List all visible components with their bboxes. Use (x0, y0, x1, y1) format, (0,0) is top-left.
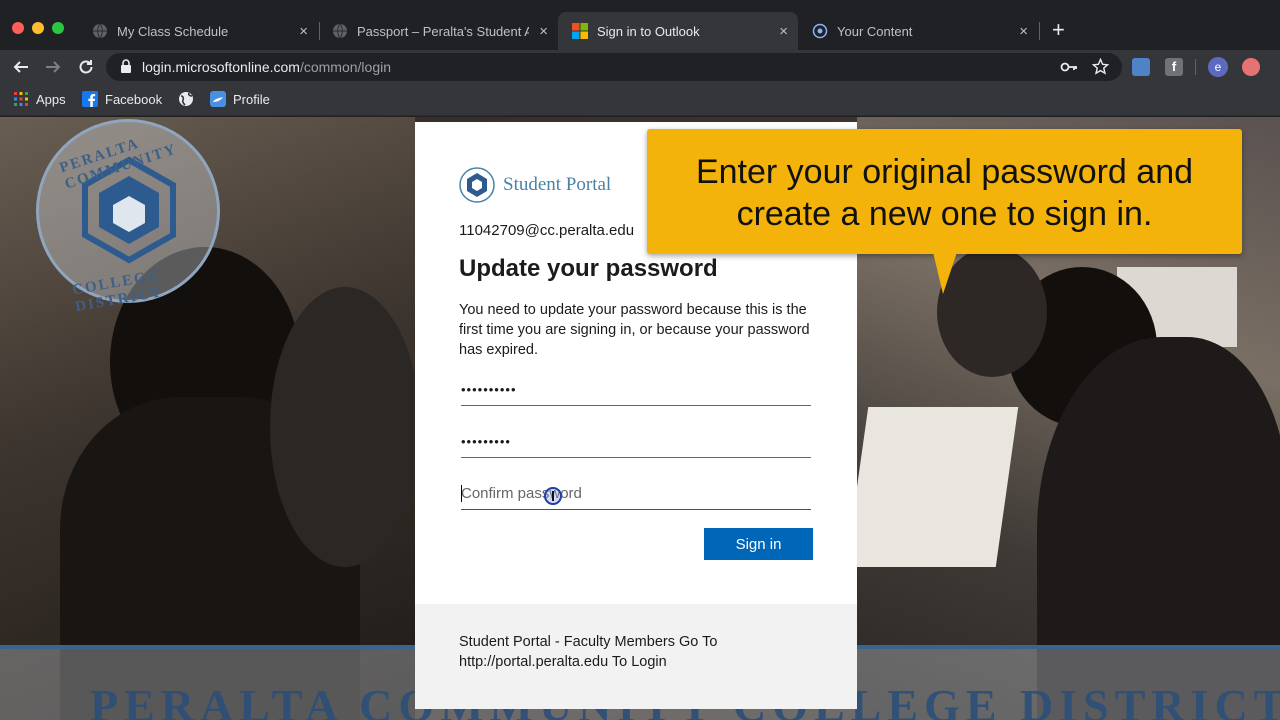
sign-in-button[interactable]: Sign in (704, 528, 813, 560)
globe-icon (93, 23, 107, 39)
faculty-login-note: Student Portal - Faculty Members Go To h… (459, 634, 718, 670)
close-window-button[interactable] (12, 22, 24, 34)
reload-icon[interactable] (77, 58, 95, 76)
bookmark-label: Profile (233, 91, 270, 107)
text-caret (461, 485, 462, 502)
star-icon[interactable] (1092, 58, 1109, 75)
student-figure (270, 287, 420, 567)
confirm-password-field[interactable] (461, 478, 811, 510)
callout-line-2: create a new one to sign in. (736, 195, 1153, 233)
mouse-cursor-icon (544, 487, 562, 505)
profile-avatar[interactable]: e (1208, 57, 1228, 77)
bookmark-label: Facebook (105, 91, 163, 107)
account-email[interactable]: 11042709@cc.peralta.edu (459, 222, 634, 239)
toolbar-divider (1195, 59, 1196, 75)
key-icon[interactable] (1060, 60, 1078, 74)
bookmark-label: Apps (36, 91, 66, 107)
extension-red-icon[interactable] (1242, 58, 1260, 76)
url-host: login.microsoftonline.com (142, 59, 300, 75)
brand-name: Student Portal (503, 174, 612, 195)
maximize-window-button[interactable] (52, 22, 64, 34)
url-path: /common/login (299, 59, 392, 75)
globe-icon (179, 92, 193, 106)
bookmark-profile[interactable]: Profile (210, 91, 270, 107)
tab-title: Your Content (837, 23, 913, 39)
tab-title: Passport – Peralta's Student Ad (357, 23, 529, 39)
facebook-icon (82, 91, 98, 107)
bookmark-facebook[interactable]: Facebook (82, 91, 162, 107)
url-text[interactable]: login.microsoftonline.com/common/login (142, 59, 391, 75)
callout-line-1: Enter your original password and (695, 153, 1194, 191)
bookmarks-bar: Apps Facebook Profile (0, 84, 1280, 116)
back-arrow-icon[interactable] (12, 58, 30, 76)
browser-toolbar: login.microsoftonline.com/common/login f… (0, 50, 1280, 84)
close-tab-icon[interactable]: × (299, 23, 308, 40)
address-bar[interactable]: login.microsoftonline.com/common/login (106, 53, 1122, 81)
callout-text: Enter your original password and create … (647, 151, 1242, 235)
current-password-field[interactable] (461, 374, 811, 406)
tab-passport[interactable]: Passport – Peralta's Student Ad × (318, 12, 558, 50)
apps-grid-icon (14, 92, 28, 106)
lock-icon[interactable] (120, 59, 132, 74)
close-tab-icon[interactable]: × (1019, 23, 1028, 40)
page-title: Update your password (459, 255, 718, 282)
microsoft-icon (572, 23, 588, 39)
bookmark-globe[interactable] (178, 91, 201, 107)
card-footer: Student Portal - Faculty Members Go To h… (415, 604, 857, 709)
peralta-seal-logo: PERALTA COMMUNITY COLLEGE DISTRICT (36, 119, 220, 315)
content-icon (812, 23, 828, 39)
paper-sheet (845, 407, 1019, 567)
close-tab-icon[interactable]: × (539, 23, 548, 40)
tab-title: Sign in to Outlook (597, 23, 700, 39)
extension-photo-icon[interactable] (1132, 58, 1150, 76)
tab-divider (1039, 22, 1040, 40)
callout-pointer (933, 252, 957, 294)
new-tab-button[interactable]: + (1052, 18, 1065, 42)
browser-window: My Class Schedule × Passport – Peralta's… (0, 0, 1280, 720)
globe-icon (333, 23, 347, 39)
bookmark-apps[interactable]: Apps (13, 91, 66, 107)
minimize-window-button[interactable] (32, 22, 44, 34)
student-portal-brand: Student Portal (459, 167, 611, 203)
student-portal-logo-icon (459, 167, 495, 203)
tab-title: My Class Schedule (117, 23, 229, 39)
close-tab-icon[interactable]: × (779, 23, 788, 40)
extension-facebook-icon[interactable]: f (1165, 58, 1183, 76)
forward-arrow-icon[interactable] (44, 58, 62, 76)
instruction-callout: Enter your original password and create … (647, 129, 1242, 254)
update-password-description: You need to update your password because… (459, 302, 810, 358)
tab-sign-in-outlook[interactable]: Sign in to Outlook × (558, 12, 798, 50)
profile-icon (210, 91, 226, 107)
tab-strip: My Class Schedule × Passport – Peralta's… (0, 0, 1280, 50)
new-password-field[interactable] (461, 426, 811, 458)
tab-your-content[interactable]: Your Content × (798, 12, 1038, 50)
tab-my-class-schedule[interactable]: My Class Schedule × (78, 12, 318, 50)
